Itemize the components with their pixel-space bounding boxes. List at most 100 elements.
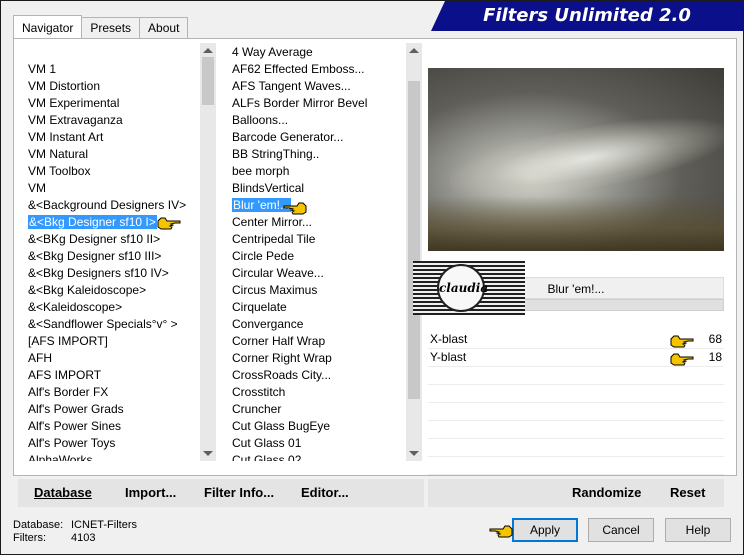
category-list-item[interactable]: VM (16, 180, 200, 197)
category-list-item-label: AFS IMPORT (28, 368, 102, 382)
filter-list-item[interactable]: ALFs Border Mirror Bevel (222, 95, 406, 112)
filter-list-item[interactable]: CrossRoads City... (222, 367, 406, 384)
filter-list-item[interactable]: AFS Tangent Waves... (222, 78, 406, 95)
category-list-item[interactable]: &<Background Designers IV> (16, 197, 200, 214)
scroll-up-arrow-icon[interactable] (409, 48, 419, 53)
filter-list-item[interactable]: Barcode Generator... (222, 129, 406, 146)
category-list-item[interactable]: VM Distortion (16, 78, 200, 95)
filter-list-item-label: Barcode Generator... (232, 130, 344, 144)
navigator-panel: VM 1 VM Distortion VM Experimental VM Extra… (13, 38, 737, 507)
filter-scroll-thumb[interactable] (408, 81, 420, 399)
empty-param-slot (428, 385, 724, 403)
category-list-item[interactable]: Alf's Power Grads (16, 401, 200, 418)
category-list-item[interactable]: VM Experimental (16, 95, 200, 112)
filter-list-item-label: AFS Tangent Waves... (232, 79, 351, 93)
filter-list-item[interactable]: bee morph (222, 163, 406, 180)
editor-button[interactable]: Editor... (301, 479, 349, 507)
filter-list-item[interactable]: Convergance (222, 316, 406, 333)
filter-list-item[interactable]: Corner Right Wrap (222, 350, 406, 367)
category-list-item[interactable]: AlphaWorks (16, 452, 200, 461)
filter-list-item[interactable]: Centripedal Tile (222, 231, 406, 248)
reset-button[interactable]: Reset (670, 479, 705, 507)
category-list-item-label: &<BKg Designer sf10 II> (28, 232, 161, 246)
category-list-item-label: Alf's Power Grads (28, 402, 124, 416)
filter-list-item-label: Corner Right Wrap (232, 351, 332, 365)
left-toolbar: Database Import... Filter Info... Editor… (18, 479, 424, 507)
help-button[interactable]: Help (665, 518, 731, 542)
filter-list[interactable]: 4 Way Average AF62 Effected Emboss... AFS … (222, 43, 422, 461)
category-list-item-label: AFH (28, 351, 52, 365)
filter-list-item[interactable]: Circus Maximus (222, 282, 406, 299)
category-list-item-label: AlphaWorks (28, 453, 93, 461)
database-button[interactable]: Database (34, 479, 92, 507)
param-name: X-blast (430, 332, 468, 346)
category-list[interactable]: VM 1 VM Distortion VM Experimental VM Extra… (16, 43, 216, 461)
filter-list-item[interactable]: Cut Glass BugEye (222, 418, 406, 435)
scroll-up-arrow-icon[interactable] (203, 48, 213, 53)
category-list-item-label: &<Kaleidoscope> (28, 300, 123, 314)
category-scrollbar[interactable] (200, 43, 216, 461)
filter-list-item[interactable]: Cirquelate (222, 299, 406, 316)
preview-image (428, 68, 724, 251)
filter-list-item[interactable]: Blur 'em!... (222, 197, 406, 214)
category-list-item[interactable]: &<Sandflower Specials°v° > (16, 316, 200, 333)
category-list-item-label: Alf's Power Toys (28, 436, 116, 450)
filter-scrollbar[interactable] (406, 43, 422, 461)
filter-info-button[interactable]: Filter Info... (204, 479, 274, 507)
tab-navigator[interactable]: Navigator (13, 15, 83, 38)
category-list-item[interactable]: AFS IMPORT (16, 367, 200, 384)
filter-list-item[interactable]: Balloons... (222, 112, 406, 129)
filter-list-item[interactable]: AF62 Effected Emboss... (222, 61, 406, 78)
category-list-item[interactable]: &<BKg Designer sf10 II> (16, 231, 200, 248)
tab-presets[interactable]: Presets (81, 17, 141, 38)
empty-param-slot (428, 421, 724, 439)
category-list-item[interactable]: VM Toolbox (16, 163, 200, 180)
category-list-item[interactable]: &<Bkg Kaleidoscope> (16, 282, 200, 299)
cancel-button[interactable]: Cancel (588, 518, 654, 542)
pointing-hand-icon (670, 353, 694, 366)
database-value: ICNET-Filters (71, 519, 137, 531)
filter-list-item[interactable]: Cut Glass 02 (222, 452, 406, 461)
filter-list-item-label: Cut Glass 02 (232, 453, 302, 461)
param-value[interactable]: 68 (709, 331, 722, 348)
scroll-down-arrow-icon[interactable] (409, 451, 419, 456)
filter-list-item[interactable]: 4 Way Average (222, 44, 406, 61)
category-list-item[interactable]: VM 1 (16, 61, 200, 78)
category-list-item-label: &<Sandflower Specials°v° > (28, 317, 178, 331)
empty-param-slot (428, 403, 724, 421)
randomize-button[interactable]: Randomize (572, 479, 641, 507)
category-list-item[interactable]: Alf's Power Toys (16, 435, 200, 452)
status-area: Database: ICNET-Filters Filters: 4103 (13, 519, 137, 545)
filter-list-item[interactable]: Center Mirror... (222, 214, 406, 231)
filter-list-item[interactable]: Circular Weave... (222, 265, 406, 282)
scroll-down-arrow-icon[interactable] (203, 451, 213, 456)
filter-list-item-label: Circus Maximus (232, 283, 318, 297)
filter-list-item[interactable]: Crosstitch (222, 384, 406, 401)
category-list-item[interactable]: Alf's Border FX (16, 384, 200, 401)
category-scroll-thumb[interactable] (202, 57, 214, 105)
category-list-item[interactable]: Alf's Power Sines (16, 418, 200, 435)
filter-list-item[interactable]: Corner Half Wrap (222, 333, 406, 350)
category-list-item[interactable]: VM Extravaganza (16, 112, 200, 129)
category-list-item[interactable]: VM Natural (16, 146, 200, 163)
category-list-item-label: VM (28, 181, 46, 195)
filter-list-item[interactable]: BlindsVertical (222, 180, 406, 197)
apply-button[interactable]: Apply (512, 518, 578, 542)
category-list-item[interactable]: VM Instant Art (16, 129, 200, 146)
filter-list-item[interactable]: Cut Glass 01 (222, 435, 406, 452)
filter-list-item[interactable]: Circle Pede (222, 248, 406, 265)
category-list-item[interactable]: [AFS IMPORT] (16, 333, 200, 350)
filter-list-item[interactable]: BB StringThing.. (222, 146, 406, 163)
category-list-item[interactable]: &<Bkg Designers sf10 IV> (16, 265, 200, 282)
filters-count-label: Filters: (13, 532, 46, 544)
filter-list-item-label: ALFs Border Mirror Bevel (232, 96, 368, 110)
tab-about[interactable]: About (139, 17, 189, 38)
category-list-item[interactable]: AFH (16, 350, 200, 367)
param-value[interactable]: 18 (709, 349, 722, 366)
category-list-item[interactable]: &<Bkg Designer sf10 III> (16, 248, 200, 265)
filter-list-item-label: bee morph (232, 164, 290, 178)
import-button[interactable]: Import... (125, 479, 176, 507)
filter-list-item[interactable]: Cruncher (222, 401, 406, 418)
category-list-item-label: &<Bkg Designers sf10 IV> (28, 266, 169, 280)
category-list-item[interactable]: &<Kaleidoscope> (16, 299, 200, 316)
